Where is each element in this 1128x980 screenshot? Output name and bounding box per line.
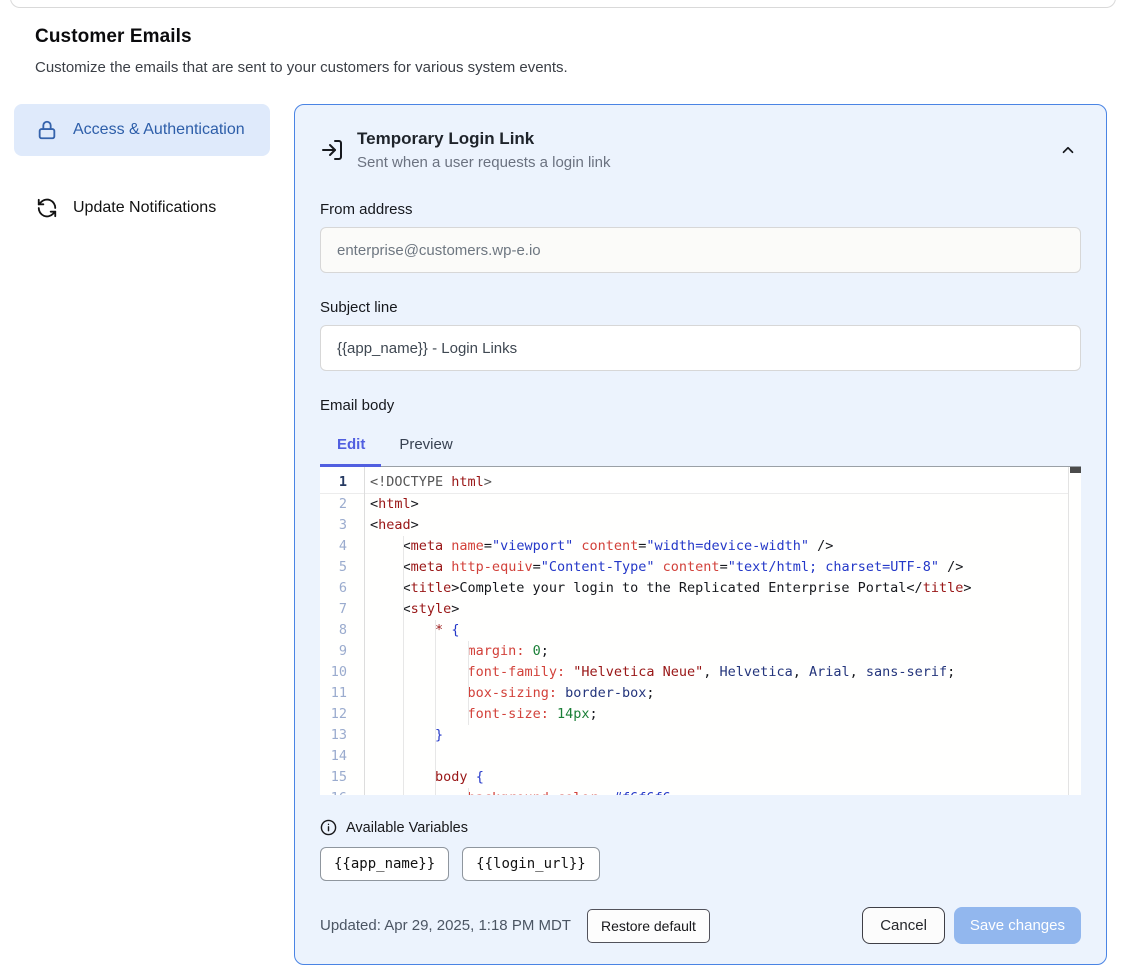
line-number: 12	[320, 704, 356, 725]
code-line[interactable]: 1 <!DOCTYPE html>	[320, 472, 1081, 494]
gutter-divider	[364, 467, 365, 795]
line-number: 8	[320, 620, 356, 641]
code-text	[370, 746, 1081, 767]
line-number: 6	[320, 578, 356, 599]
code-line[interactable]: 13 }	[320, 725, 1081, 746]
line-number: 16	[320, 788, 356, 795]
subject-line-label: Subject line	[320, 299, 1081, 316]
available-variables-header: Available Variables	[320, 819, 1081, 836]
updated-timestamp: Updated: Apr 29, 2025, 1:18 PM MDT	[320, 917, 571, 934]
line-number: 11	[320, 683, 356, 704]
from-address-label: From address	[320, 201, 1081, 218]
editor-tabs: Edit Preview	[320, 426, 1081, 466]
line-number: 9	[320, 641, 356, 662]
cancel-button[interactable]: Cancel	[862, 907, 945, 944]
code-line[interactable]: 10 font-family: "Helvetica Neue", Helvet…	[320, 662, 1081, 683]
code-text: * {	[370, 620, 1081, 641]
email-body-editor: Edit Preview 1 <!DOCTYPE html> 2 <html> 3 <he…	[320, 426, 1081, 795]
from-address-input[interactable]	[320, 227, 1081, 273]
line-number: 4	[320, 536, 356, 557]
code-line[interactable]: 14	[320, 746, 1081, 767]
subject-line-input[interactable]	[320, 325, 1081, 371]
code-line[interactable]: 7 <style>	[320, 599, 1081, 620]
card-footer: Updated: Apr 29, 2025, 1:18 PM MDT Resto…	[320, 907, 1081, 944]
temporary-login-link-card: Temporary Login Link Sent when a user re…	[294, 104, 1107, 965]
variable-chip-app-name[interactable]: {{app_name}}	[320, 847, 449, 881]
code-line[interactable]: 9 margin: 0;	[320, 641, 1081, 662]
tab-preview[interactable]: Preview	[382, 426, 469, 466]
lock-icon	[36, 119, 58, 141]
line-number: 3	[320, 515, 356, 536]
page-title: Customer Emails	[35, 26, 1093, 48]
sidebar-item-label: Update Notifications	[73, 196, 216, 220]
code-line[interactable]: 6 <title>Complete your login to the Repl…	[320, 578, 1081, 599]
email-types-sidebar: Access & Authentication Update Notificat…	[14, 104, 270, 234]
variable-chip-login-url[interactable]: {{login_url}}	[462, 847, 600, 881]
login-icon	[320, 138, 344, 162]
line-number: 5	[320, 557, 356, 578]
line-number: 14	[320, 746, 356, 767]
editor-scrollbar[interactable]	[1068, 467, 1081, 795]
page-description: Customize the emails that are sent to yo…	[35, 59, 1093, 76]
code-line[interactable]: 8 * {	[320, 620, 1081, 641]
code-text: font-size: 14px;	[370, 704, 1081, 725]
code-lines: 1<!DOCTYPE html>2<html>3<head>4 <meta na…	[320, 467, 1081, 795]
info-icon	[320, 819, 337, 836]
line-number: 1	[320, 472, 356, 493]
card-title: Temporary Login Link	[357, 129, 610, 149]
save-changes-button[interactable]: Save changes	[954, 907, 1081, 944]
code-text: body {	[370, 767, 1081, 788]
code-text: <style>	[370, 599, 1081, 620]
code-text: background-color: #f6f6f6;	[370, 788, 1081, 795]
collapse-button[interactable]	[1055, 137, 1081, 163]
line-number: 13	[320, 725, 356, 746]
refresh-icon	[36, 197, 58, 219]
available-variables-label: Available Variables	[346, 820, 468, 836]
code-text: <head>	[370, 515, 1081, 536]
line-number: 7	[320, 599, 356, 620]
active-tab-underline	[320, 464, 381, 467]
page-header: Customer Emails Customize the emails tha…	[0, 0, 1128, 76]
code-text: font-family: "Helvetica Neue", Helvetica…	[370, 662, 1081, 683]
code-line[interactable]: 15 body {	[320, 767, 1081, 788]
sidebar-item-update-notifications[interactable]: Update Notifications	[14, 182, 270, 234]
sidebar-item-access-authentication[interactable]: Access & Authentication	[14, 104, 270, 156]
code-text: }	[370, 725, 1081, 746]
previous-card-bottom-edge	[10, 0, 1116, 8]
tab-edit[interactable]: Edit	[320, 426, 382, 466]
code-text: <!DOCTYPE html>	[370, 472, 1081, 493]
chevron-up-icon	[1059, 141, 1077, 159]
code-line[interactable]: 12 font-size: 14px;	[320, 704, 1081, 725]
email-body-label: Email body	[320, 397, 1081, 414]
code-text: <title>Complete your login to the Replic…	[370, 578, 1081, 599]
code-editor[interactable]: 1<!DOCTYPE html>2<html>3<head>4 <meta na…	[320, 466, 1081, 795]
code-line[interactable]: 11 box-sizing: border-box;	[320, 683, 1081, 704]
code-line[interactable]: 4 <meta name="viewport" content="width=d…	[320, 536, 1081, 557]
code-text: <meta http-equiv="Content-Type" content=…	[370, 557, 1081, 578]
sidebar-item-label: Access & Authentication	[73, 118, 245, 142]
code-text: <meta name="viewport" content="width=dev…	[370, 536, 1081, 557]
code-line[interactable]: 5 <meta http-equiv="Content-Type" conten…	[320, 557, 1081, 578]
code-line[interactable]: 2 <html>	[320, 494, 1081, 515]
card-subtitle: Sent when a user requests a login link	[357, 154, 610, 171]
scrollbar-thumb[interactable]	[1070, 467, 1081, 473]
line-number: 15	[320, 767, 356, 788]
restore-default-button[interactable]: Restore default	[587, 909, 710, 943]
variable-chips: {{app_name}} {{login_url}}	[320, 847, 1081, 881]
code-text: <html>	[370, 494, 1081, 515]
code-text: margin: 0;	[370, 641, 1081, 662]
code-line[interactable]: 16 background-color: #f6f6f6;	[320, 788, 1081, 795]
line-number: 2	[320, 494, 356, 515]
code-line[interactable]: 3 <head>	[320, 515, 1081, 536]
code-text: box-sizing: border-box;	[370, 683, 1081, 704]
line-number: 10	[320, 662, 356, 683]
card-header: Temporary Login Link Sent when a user re…	[320, 129, 1081, 171]
